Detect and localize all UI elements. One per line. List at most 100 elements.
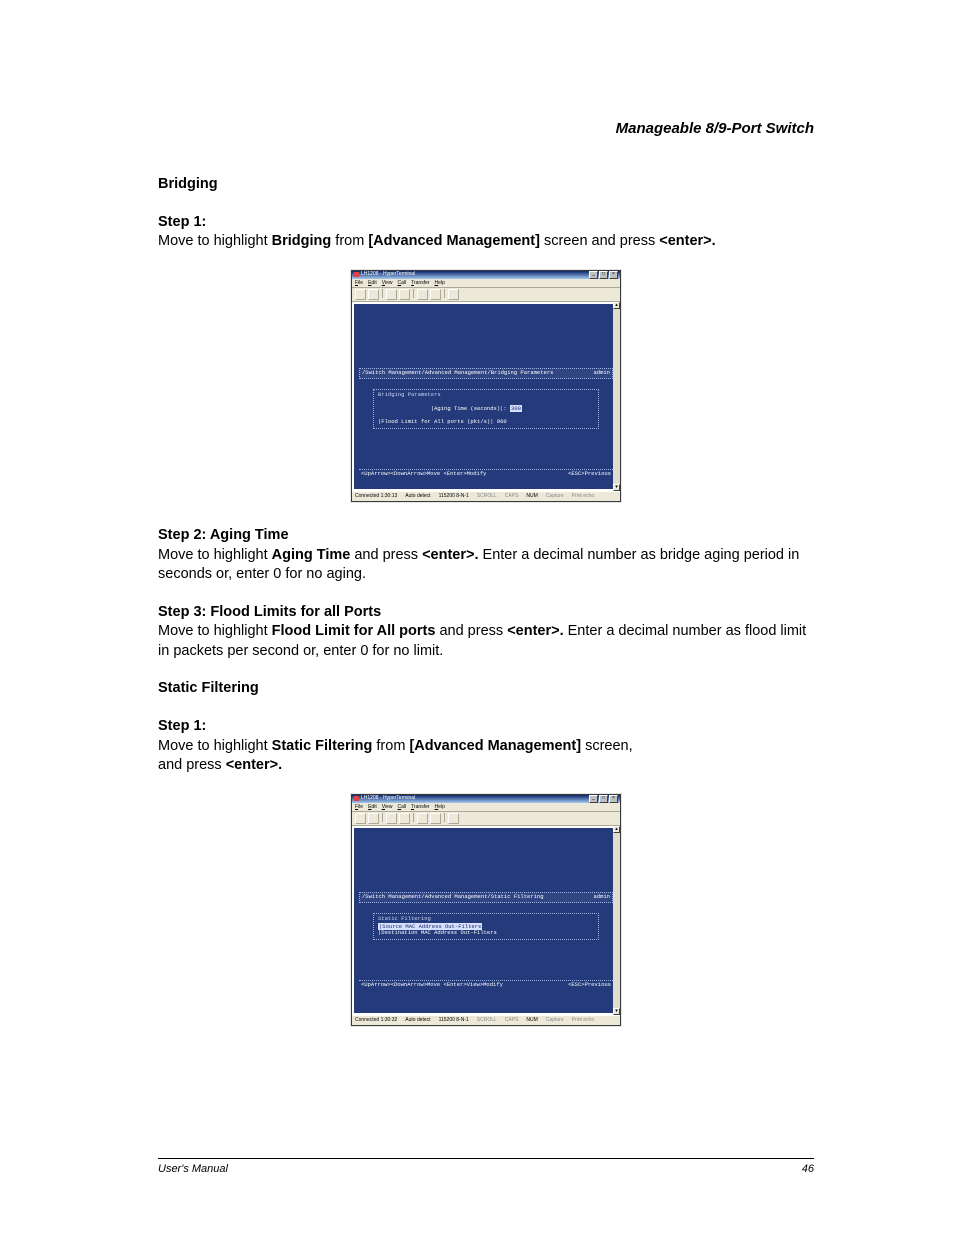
hint-row: <UpArrow><DownArrow>Move <Enter>View>Mod… [359, 980, 613, 990]
menu-file[interactable]: File [355, 804, 363, 811]
maximize-button[interactable]: □ [599, 795, 608, 803]
toolbar-button[interactable] [417, 813, 428, 824]
step1-text: Move to highlight Bridging from [Advance… [158, 232, 814, 252]
hint-right: <ESC>Previous [568, 471, 611, 478]
step3-text: Move to highlight Flood Limit for All po… [158, 622, 814, 661]
status-scroll: SCROLL [477, 1017, 497, 1024]
status-connected: Connected 1:30:32 [355, 1017, 397, 1024]
figure-static-filtering: LH1208 - HyperTerminal _ □ × File Edit V… [158, 794, 814, 1028]
hint-left: <UpArrow><DownArrow>Move <Enter>Modify [361, 471, 486, 478]
static-filtering-panel: Static Filtering |Source MAC Address Out… [373, 913, 599, 940]
dest-mac-row[interactable]: |Destination MAC Address Out-Filters [378, 930, 594, 937]
minimize-button[interactable]: _ [589, 271, 598, 279]
hint-row: <UpArrow><DownArrow>Move <Enter>Modify <… [359, 469, 613, 479]
toolbar-button[interactable] [399, 813, 410, 824]
menu-call[interactable]: Call [397, 804, 406, 811]
menu-file[interactable]: File [355, 280, 363, 287]
step1-title: Step 1: [158, 213, 814, 233]
bridging-parameters-panel: Bridging Parameters |Aging Time (seconds… [373, 389, 599, 429]
toolbar-button[interactable] [430, 289, 441, 300]
toolbar-button[interactable] [448, 813, 459, 824]
app-icon [354, 272, 359, 277]
status-num: NUM [526, 493, 537, 500]
toolbar-button[interactable] [368, 289, 379, 300]
menubar: File Edit View Call Transfer Help [352, 279, 620, 289]
status-scroll: SCROLL [477, 493, 497, 500]
footer-page-number: 46 [802, 1163, 814, 1175]
titlebar: LH1208 - HyperTerminal _ □ × [352, 271, 620, 279]
menubar: File Edit View Call Transfer Help [352, 803, 620, 813]
breadcrumb-row: /Switch Management/Advanced Management/S… [359, 892, 613, 903]
step2-title: Step 2: Aging Time [158, 526, 814, 546]
menu-transfer[interactable]: Transfer [411, 280, 429, 287]
step2-text: Move to highlight Aging Time and press <… [158, 546, 814, 585]
maximize-button[interactable]: □ [599, 271, 608, 279]
toolbar-button[interactable] [386, 289, 397, 300]
menu-help[interactable]: Help [435, 804, 445, 811]
flood-limit-row[interactable]: |Flood Limit for All ports (pkt/s)| 960 [378, 419, 594, 426]
toolbar-button[interactable] [448, 289, 459, 300]
window-title: LH1208 - HyperTerminal [361, 271, 415, 278]
terminal-area: /Switch Management/Advanced Management/S… [352, 826, 620, 1015]
scroll-down-icon[interactable]: ▾ [613, 484, 620, 491]
close-button[interactable]: × [609, 795, 618, 803]
scroll-up-icon[interactable]: ▴ [613, 302, 620, 309]
terminal[interactable]: /Switch Management/Advanced Management/B… [354, 304, 618, 489]
menu-view[interactable]: View [382, 280, 393, 287]
scrollbar[interactable]: ▴ ▾ [613, 826, 620, 1015]
scroll-up-icon[interactable]: ▴ [613, 826, 620, 833]
status-num: NUM [526, 1017, 537, 1024]
aging-time-row[interactable]: |Aging Time (seconds)|: 300 [378, 400, 594, 420]
step3-title: Step 3: Flood Limits for all Ports [158, 603, 814, 623]
status-caps: CAPS [505, 493, 519, 500]
static-filtering-heading: Static Filtering [158, 679, 814, 699]
window-title: LH1208 - HyperTerminal [361, 795, 415, 802]
toolbar-button[interactable] [399, 289, 410, 300]
aging-time-value[interactable]: 300 [510, 405, 522, 412]
scroll-down-icon[interactable]: ▾ [613, 1008, 620, 1015]
bridging-heading: Bridging [158, 175, 814, 195]
close-button[interactable]: × [609, 271, 618, 279]
sf-step1-text: Move to highlight Static Filtering from … [158, 737, 814, 776]
hyperterminal-window-2: LH1208 - HyperTerminal _ □ × File Edit V… [351, 794, 621, 1027]
scroll-track[interactable] [613, 309, 620, 484]
toolbar-separator [382, 289, 383, 298]
bridging-step2: Step 2: Aging Time Move to highlight Agi… [158, 526, 814, 585]
toolbar-button[interactable] [355, 289, 366, 300]
minimize-button[interactable]: _ [589, 795, 598, 803]
page-footer: User's Manual 46 [158, 1158, 814, 1175]
statusbar: Connected 1:30:32 Auto detect 115200 8-N… [352, 1015, 620, 1025]
hint-left: <UpArrow><DownArrow>Move <Enter>View>Mod… [361, 982, 503, 989]
status-capture: Capture [546, 1017, 564, 1024]
bridging-step3: Step 3: Flood Limits for all Ports Move … [158, 603, 814, 662]
status-speed: 115200 8-N-1 [439, 493, 469, 500]
scrollbar[interactable]: ▴ ▾ [613, 302, 620, 491]
toolbar [352, 812, 620, 826]
menu-call[interactable]: Call [397, 280, 406, 287]
user-label: admin [593, 370, 610, 377]
menu-transfer[interactable]: Transfer [411, 804, 429, 811]
toolbar-button[interactable] [355, 813, 366, 824]
status-printecho: Print echo [572, 1017, 595, 1024]
static-filtering-step1: Step 1: Move to highlight Static Filteri… [158, 717, 814, 776]
toolbar-button[interactable] [417, 289, 428, 300]
status-caps: CAPS [505, 1017, 519, 1024]
menu-edit[interactable]: Edit [368, 280, 377, 287]
sf-step1-title: Step 1: [158, 717, 814, 737]
toolbar-button[interactable] [386, 813, 397, 824]
terminal[interactable]: /Switch Management/Advanced Management/S… [354, 828, 618, 1013]
footer-left: User's Manual [158, 1163, 228, 1175]
scroll-track[interactable] [613, 833, 620, 1008]
toolbar-button[interactable] [368, 813, 379, 824]
status-detect: Auto detect [405, 1017, 430, 1024]
status-connected: Connected 1:30:13 [355, 493, 397, 500]
menu-edit[interactable]: Edit [368, 804, 377, 811]
breadcrumb-row: /Switch Management/Advanced Management/B… [359, 368, 613, 379]
toolbar-separator [444, 289, 445, 298]
toolbar-separator [382, 813, 383, 822]
menu-help[interactable]: Help [435, 280, 445, 287]
figure-bridging: LH1208 - HyperTerminal _ □ × File Edit V… [158, 270, 814, 504]
toolbar-button[interactable] [430, 813, 441, 824]
toolbar [352, 288, 620, 302]
menu-view[interactable]: View [382, 804, 393, 811]
